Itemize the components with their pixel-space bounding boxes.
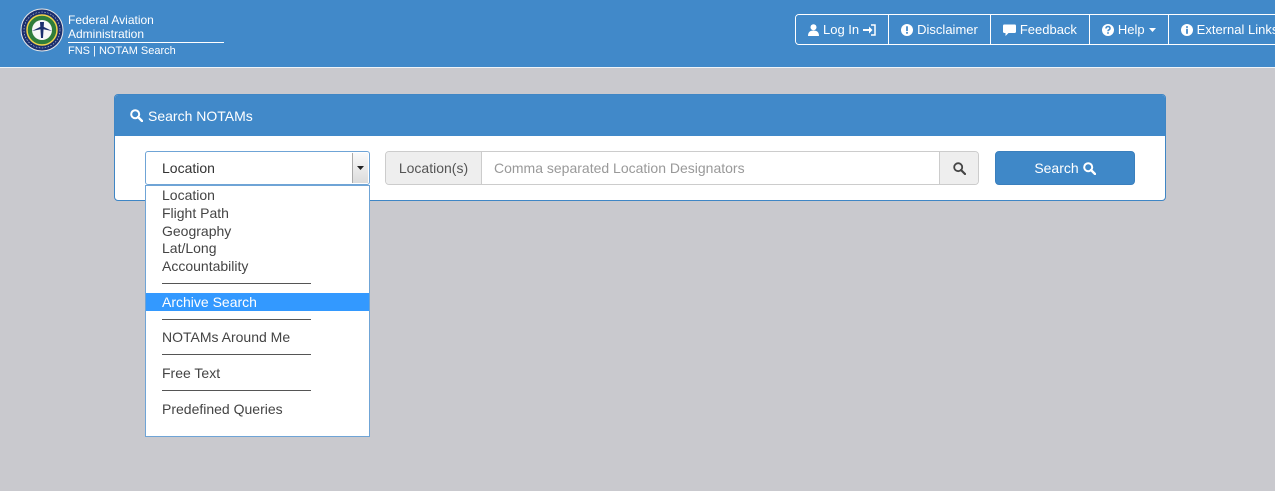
location-addon-label: Location(s): [386, 152, 482, 184]
external-links-button[interactable]: External Links: [1167, 15, 1275, 44]
search-type-dropdown-list: Location Flight Path Geography Lat/Long …: [145, 185, 370, 437]
info-circle-icon: [1180, 23, 1193, 36]
chevron-down-icon: [357, 166, 364, 170]
external-links-label: External Links: [1196, 22, 1275, 37]
faa-seal-logo[interactable]: [20, 8, 64, 52]
option-free-text[interactable]: Free Text: [146, 364, 369, 382]
location-input[interactable]: [482, 152, 939, 184]
comment-icon: [1002, 24, 1016, 36]
sign-in-icon: [863, 23, 876, 36]
option-predefined-queries[interactable]: Predefined Queries: [146, 400, 369, 418]
option-flight-path[interactable]: Flight Path: [146, 204, 369, 222]
search-type-select[interactable]: Location: [145, 151, 370, 185]
search-icon: [1082, 161, 1096, 175]
brand[interactable]: Federal Aviation Administration FNS | NO…: [68, 13, 224, 58]
option-location[interactable]: Location: [146, 186, 369, 204]
search-type-selected-value: Location: [162, 160, 215, 176]
disclaimer-button[interactable]: Disclaimer: [888, 15, 990, 44]
caret-down-icon: [1148, 27, 1156, 32]
option-separator: [162, 319, 311, 320]
panel-title: Search NOTAMs: [148, 107, 253, 124]
feedback-label: Feedback: [1019, 22, 1077, 37]
search-icon: [130, 109, 143, 122]
header-nav: Log In Disclaimer Feedback Help External…: [795, 14, 1275, 45]
question-circle-icon: [1101, 23, 1114, 36]
exclamation-circle-icon: [901, 23, 914, 36]
brand-title: Federal Aviation Administration: [68, 13, 224, 43]
option-separator: [162, 390, 311, 391]
panel-heading: Search NOTAMs: [115, 95, 1165, 136]
help-button[interactable]: Help: [1088, 15, 1168, 44]
option-separator: [162, 354, 311, 355]
search-icon: [952, 161, 966, 175]
option-notams-around-me[interactable]: NOTAMs Around Me: [146, 328, 369, 346]
help-label: Help: [1117, 22, 1145, 37]
brand-subtitle: FNS | NOTAM Search: [68, 45, 176, 57]
select-arrow-button[interactable]: [352, 153, 368, 183]
location-input-group: Location(s): [385, 151, 979, 185]
search-button-label: Search: [1034, 160, 1079, 176]
disclaimer-label: Disclaimer: [917, 22, 978, 37]
option-archive-search[interactable]: Archive Search: [146, 293, 369, 311]
login-button[interactable]: Log In: [796, 15, 889, 44]
option-separator: [162, 283, 311, 284]
option-geography[interactable]: Geography: [146, 222, 369, 240]
location-lookup-button[interactable]: [939, 152, 978, 184]
login-label: Log In: [823, 22, 860, 37]
option-lat-long[interactable]: Lat/Long: [146, 239, 369, 257]
search-button[interactable]: Search: [995, 151, 1135, 185]
option-accountability[interactable]: Accountability: [146, 257, 369, 275]
user-icon: [808, 23, 819, 36]
feedback-button[interactable]: Feedback: [989, 15, 1089, 44]
top-navbar: Federal Aviation Administration FNS | NO…: [0, 0, 1275, 68]
